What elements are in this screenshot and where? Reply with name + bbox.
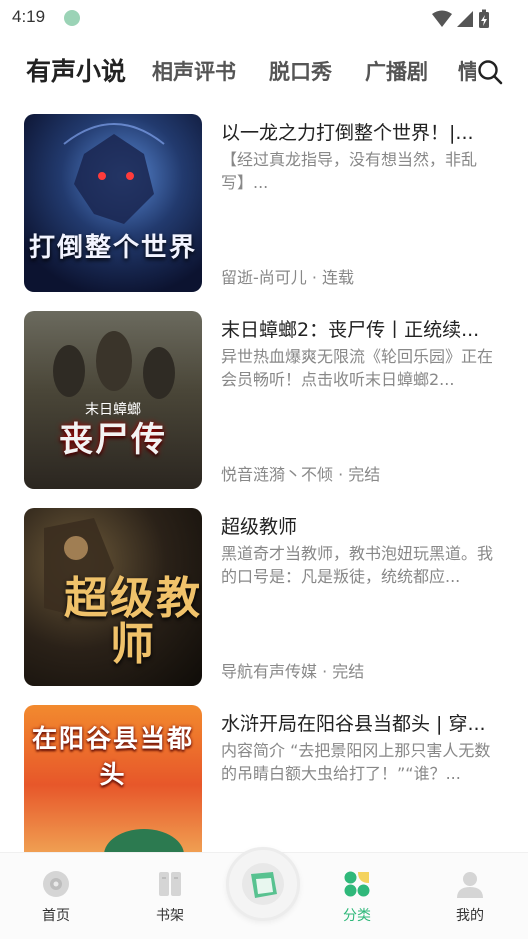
book-description: 【经过真龙指导，没有想当然，非乱写】... xyxy=(221,150,478,192)
book-cover[interactable]: 打倒整个世界 xyxy=(24,114,202,292)
book-title: 末日蟑螂2：丧尸传丨正统续... xyxy=(221,319,480,341)
book-description: 黑道奇才当教师，教书泡妞玩黑道。我的口号是：凡是叛徒，统统都应... xyxy=(221,544,494,586)
nav-label: 分类 xyxy=(343,908,371,924)
book-meta: 导航有声传媒 · 完结 xyxy=(221,662,365,681)
book-meta: 悦音涟漪丶不倾 · 完结 xyxy=(221,465,381,484)
nav-home[interactable]: 首页 xyxy=(16,869,96,925)
center-player-button[interactable] xyxy=(226,847,300,921)
book-item[interactable]: 超级教师 超级教师 黑道奇才当教师，教书泡妞玩黑道。我的口号是：凡是叛徒，统统都… xyxy=(0,504,528,700)
bookshelf-icon xyxy=(159,872,181,896)
book-list: 打倒整个世界 以一龙之力打倒整个世界！|... 【经过真龙指导，没有想当然，非乱… xyxy=(0,110,528,852)
wifi-icon xyxy=(432,10,452,27)
book-title: 超级教师 xyxy=(221,516,298,538)
battery-icon xyxy=(479,9,489,28)
player-cover-icon xyxy=(251,872,277,898)
category-icon xyxy=(344,871,370,897)
profile-icon xyxy=(457,872,483,898)
cover-title: 在阳谷县当都头 xyxy=(31,724,194,789)
tab-radio-drama[interactable]: 广播剧 xyxy=(365,50,428,94)
app-notification-icon xyxy=(64,10,80,26)
book-description: 内容简介 “去把景阳冈上那只害人无数的吊睛白额大虫给打了！”“谁？... xyxy=(221,741,491,783)
search-button[interactable] xyxy=(476,58,504,86)
book-item[interactable]: 末日蟑螂 丧尸传 末日蟑螂2：丧尸传丨正统续... 异世热血爆爽无限流《轮回乐园… xyxy=(0,307,528,503)
nav-label: 我的 xyxy=(456,908,484,924)
status-time: 4:19 xyxy=(12,7,46,26)
cell-signal-icon xyxy=(457,11,473,27)
book-cover[interactable]: 在阳谷县当都头 xyxy=(24,705,202,852)
nav-profile[interactable]: 我的 xyxy=(430,869,510,925)
nav-label: 书架 xyxy=(156,908,184,924)
cover-title: 丧尸传 xyxy=(59,420,167,460)
nav-category[interactable]: 分类 xyxy=(317,869,397,925)
nav-label: 首页 xyxy=(42,908,70,924)
home-disc-icon xyxy=(43,871,69,897)
bottom-navigation: 首页 书架 分类 我的 xyxy=(0,847,528,939)
tab-crosstalk[interactable]: 相声评书 xyxy=(152,50,236,94)
book-title: 水浒开局在阳谷县当都头 | 穿... xyxy=(221,713,486,735)
search-icon xyxy=(478,60,503,85)
book-cover[interactable]: 末日蟑螂 丧尸传 xyxy=(24,311,202,489)
book-title: 以一龙之力打倒整个世界！|... xyxy=(221,122,474,144)
book-meta: 留逝-尚可儿 · 连载 xyxy=(221,268,355,287)
nav-bookshelf[interactable]: 书架 xyxy=(130,869,210,925)
cover-title: 打倒整个世界 xyxy=(28,233,197,263)
category-tabs: 有声小说 相声评书 脱口秀 广播剧 情 xyxy=(0,50,528,94)
status-bar: 4:19 xyxy=(0,0,528,36)
book-description: 异世热血爆爽无限流《轮回乐园》正在会员畅听！点击收听末日蟑螂2... xyxy=(221,347,494,389)
book-cover[interactable]: 超级教师 xyxy=(24,508,202,686)
book-item[interactable]: 打倒整个世界 以一龙之力打倒整个世界！|... 【经过真龙指导，没有想当然，非乱… xyxy=(0,110,528,306)
cover-title: 超级教师 xyxy=(64,573,202,670)
dragon-illustration xyxy=(63,123,165,224)
book-item[interactable]: 在阳谷县当都头 水浒开局在阳谷县当都头 | 穿... 内容简介 “去把景阳冈上那… xyxy=(0,701,528,852)
tab-audio-novel[interactable]: 有声小说 xyxy=(26,50,126,94)
tab-talk-show[interactable]: 脱口秀 xyxy=(269,50,332,94)
status-indicators xyxy=(432,9,490,29)
